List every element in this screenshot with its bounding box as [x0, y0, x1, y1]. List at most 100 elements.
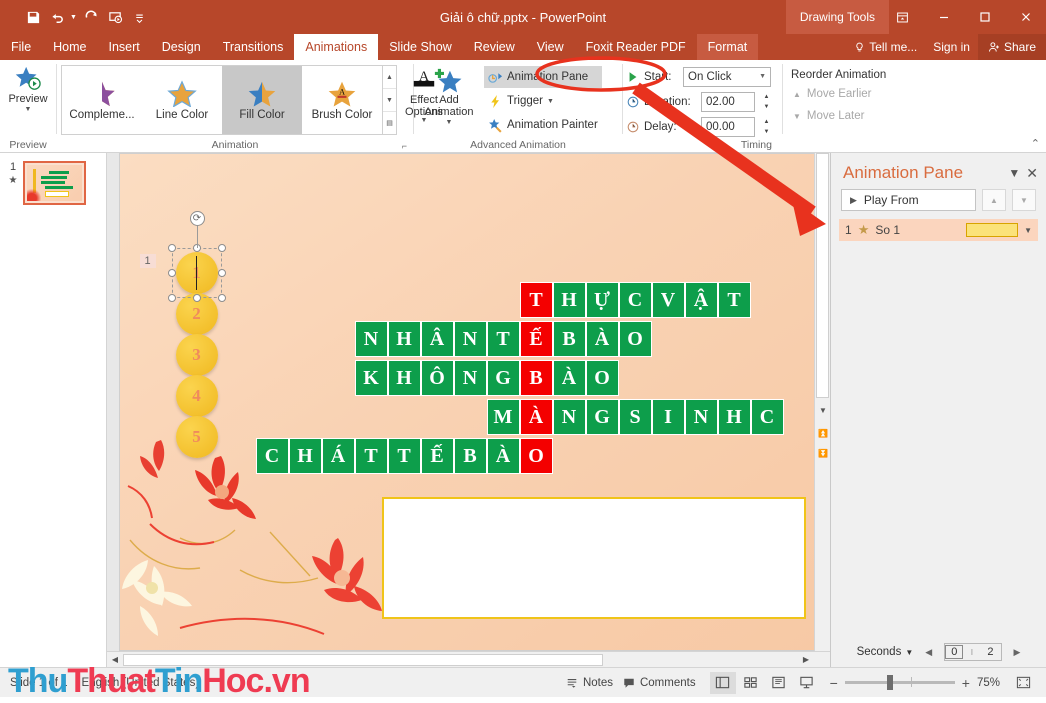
animation-pane-button[interactable]: Animation Pane [484, 66, 602, 88]
crossword-cell[interactable]: T [387, 438, 421, 474]
animation-order-badge[interactable]: 1 [139, 254, 156, 268]
horizontal-scroll-thumb[interactable] [123, 654, 603, 666]
question-circle-4[interactable]: 4 [175, 375, 218, 417]
resize-handle-w[interactable] [167, 269, 176, 277]
gallery-scroll-buttons[interactable]: ▲ ▼ ▤ [382, 66, 396, 134]
start-chevron-down-icon[interactable]: ▼ [759, 73, 766, 80]
gallery-more-icon[interactable]: ▤ [383, 112, 396, 134]
crossword-cell[interactable]: Á [321, 438, 355, 474]
crossword-cell[interactable]: H [552, 282, 586, 318]
play-from-button[interactable]: ▶ Play From [841, 189, 976, 211]
slide-vertical-scrollbar[interactable]: ▼ ⏫ ⏬ [814, 153, 831, 667]
seconds-dropdown[interactable]: Seconds ▼ [857, 646, 914, 658]
gallery-scroll-down-icon[interactable]: ▼ [383, 89, 396, 112]
gallery-item-brush-color[interactable]: A Brush Color [302, 66, 382, 134]
undo-dropdown-icon[interactable]: ▼ [70, 14, 77, 21]
crossword-cell[interactable]: O [618, 321, 652, 357]
animation-painter-button[interactable]: Animation Painter [484, 114, 602, 136]
tab-review[interactable]: Review [463, 34, 526, 60]
start-slideshow-icon[interactable] [105, 6, 127, 28]
crossword-cell[interactable]: T [717, 282, 751, 318]
crossword-cell[interactable]: N [552, 399, 586, 435]
crossword-cell[interactable]: S [618, 399, 652, 435]
preview-button[interactable]: Preview ▼ [4, 63, 52, 113]
animation-dialog-launcher-icon[interactable]: ⌐ [402, 141, 407, 151]
crossword-cell[interactable]: O [585, 360, 619, 396]
crossword-cell[interactable]: Ô [420, 360, 454, 396]
move-animation-up-button[interactable]: ▲ [982, 189, 1006, 211]
resize-handle-se[interactable] [217, 294, 226, 302]
crossword-cell[interactable]: B [453, 438, 487, 474]
zoom-track[interactable] [844, 675, 955, 690]
preview-dropdown-icon[interactable]: ▼ [25, 106, 32, 113]
resize-handle-nw[interactable] [167, 244, 176, 252]
undo-icon[interactable] [46, 6, 68, 28]
tab-home[interactable]: Home [42, 34, 97, 60]
slide-thumbnail-1[interactable] [23, 161, 86, 205]
duration-spin-down-icon[interactable]: ▼ [760, 102, 773, 112]
animation-item-menu-icon[interactable]: ▼ [1024, 226, 1032, 235]
crossword-cell[interactable]: H [387, 321, 421, 357]
trigger-dropdown-icon[interactable]: ▼ [547, 98, 554, 105]
share-button[interactable]: Share [977, 34, 1046, 60]
zoom-percent-label[interactable]: 75% [977, 677, 1000, 689]
sign-in-link[interactable]: Sign in [925, 40, 978, 54]
crossword-cell[interactable]: À [585, 321, 619, 357]
tab-foxit-reader-pdf[interactable]: Foxit Reader PDF [575, 34, 697, 60]
gallery-scroll-up-icon[interactable]: ▲ [383, 66, 396, 89]
add-animation-button[interactable]: Add Animation ▼ [418, 64, 480, 126]
gallery-item-line-color[interactable]: Line Color [142, 66, 222, 134]
notes-button[interactable]: Notes [566, 677, 613, 689]
customize-qat-icon[interactable] [129, 6, 151, 28]
zoom-slider[interactable]: − + 75% [830, 675, 1000, 691]
crossword-cell[interactable]: G [585, 399, 619, 435]
crossword-cell[interactable]: N [453, 360, 487, 396]
crossword-cell[interactable]: T [486, 321, 520, 357]
delay-input[interactable]: 00.00 [701, 116, 755, 137]
vertical-scroll-thumb[interactable] [816, 153, 829, 398]
pane-close-icon[interactable]: ✕ [1026, 165, 1038, 182]
redo-icon[interactable] [81, 6, 103, 28]
tab-insert[interactable]: Insert [98, 34, 151, 60]
scroll-right-arrow-icon[interactable]: ▶ [798, 651, 814, 668]
crossword-cell[interactable]: Ế [519, 321, 553, 357]
crossword-cell[interactable]: I [651, 399, 685, 435]
answer-text-box[interactable] [381, 497, 806, 619]
fit-slide-to-window-button[interactable] [1010, 672, 1036, 694]
minimize-button[interactable] [923, 0, 964, 34]
previous-slide-button[interactable]: ⏫ [815, 425, 831, 441]
slide-show-view-button[interactable] [794, 672, 820, 694]
language-label[interactable]: English (United States) [82, 677, 200, 689]
scroll-left-arrow-icon[interactable]: ◀ [107, 651, 123, 668]
zoom-out-button[interactable]: − [830, 675, 838, 691]
reading-view-button[interactable] [766, 672, 792, 694]
trigger-button[interactable]: Trigger ▼ [484, 90, 602, 112]
comments-button[interactable]: Comments [623, 677, 696, 689]
crossword-cell[interactable]: N [354, 321, 388, 357]
close-button[interactable] [1005, 0, 1046, 34]
crossword-cell[interactable]: H [387, 360, 421, 396]
move-earlier-button[interactable]: ▲ Move Earlier [787, 83, 871, 105]
crossword-cell[interactable]: B [519, 360, 553, 396]
crossword-cell[interactable]: Ự [585, 282, 619, 318]
start-dropdown[interactable]: On Click ▼ [683, 66, 771, 87]
crossword-cell[interactable]: B [552, 321, 586, 357]
resize-handle-e[interactable] [217, 269, 226, 277]
ribbon-display-options-icon[interactable] [882, 0, 923, 34]
crossword-cell[interactable]: Â [420, 321, 454, 357]
zoom-thumb[interactable] [886, 675, 893, 690]
maximize-button[interactable] [964, 0, 1005, 34]
delay-spin-down-icon[interactable]: ▼ [760, 127, 773, 137]
question-circle-5[interactable]: 5 [175, 416, 218, 458]
crossword-cell[interactable]: M [486, 399, 520, 435]
crossword-cell[interactable]: À [519, 399, 553, 435]
slide-thumbnail-pane[interactable]: 1 ★ [0, 153, 107, 667]
tell-me-box[interactable]: Tell me... [846, 40, 925, 54]
delay-spin-up-icon[interactable]: ▲ [760, 117, 773, 127]
slide-horizontal-scrollbar[interactable]: ◀ ▶ [107, 651, 830, 668]
crossword-cell[interactable]: Ế [420, 438, 454, 474]
tab-view[interactable]: View [526, 34, 575, 60]
add-animation-dropdown-icon[interactable]: ▼ [446, 119, 453, 126]
crossword-cell[interactable]: O [519, 438, 553, 474]
tab-design[interactable]: Design [151, 34, 212, 60]
